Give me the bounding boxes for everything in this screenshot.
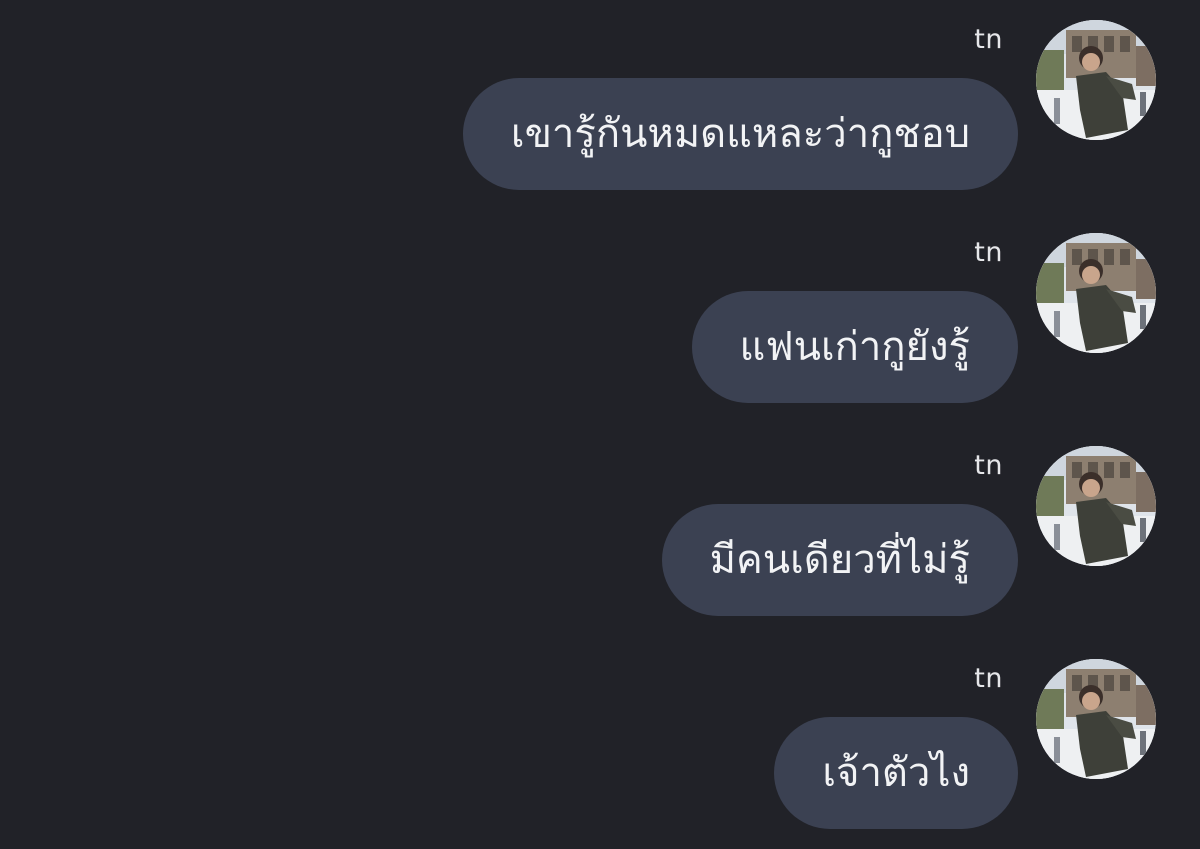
sender-name: tn bbox=[974, 237, 1003, 268]
avatar-photo-icon bbox=[1036, 659, 1156, 779]
chat-message: tn เขารู้กันหมดแหละว่ากูชอบ bbox=[0, 0, 1200, 200]
avatar[interactable] bbox=[1036, 20, 1156, 140]
avatar[interactable] bbox=[1036, 446, 1156, 566]
avatar[interactable] bbox=[1036, 233, 1156, 353]
chat-thread: tn เขารู้กันหมดแหละว่ากูชอบ tn แฟนเก่ากู… bbox=[0, 0, 1200, 849]
message-bubble[interactable]: เขารู้กันหมดแหละว่ากูชอบ bbox=[462, 78, 1018, 190]
sender-name: tn bbox=[974, 663, 1003, 694]
avatar-photo-icon bbox=[1036, 446, 1156, 566]
chat-message: tn แฟนเก่ากูยังรู้ bbox=[0, 213, 1200, 413]
message-bubble[interactable]: มีคนเดียวที่ไม่รู้ bbox=[661, 504, 1018, 616]
chat-message: tn มีคนเดียวที่ไม่รู้ bbox=[0, 426, 1200, 626]
message-bubble[interactable]: แฟนเก่ากูยังรู้ bbox=[691, 291, 1018, 403]
message-bubble[interactable]: เจ้าตัวไง bbox=[774, 717, 1018, 829]
sender-name: tn bbox=[974, 450, 1003, 481]
chat-message: tn เจ้าตัวไง bbox=[0, 639, 1200, 839]
avatar[interactable] bbox=[1036, 659, 1156, 779]
sender-name: tn bbox=[974, 24, 1003, 55]
avatar-photo-icon bbox=[1036, 20, 1156, 140]
avatar-photo-icon bbox=[1036, 233, 1156, 353]
